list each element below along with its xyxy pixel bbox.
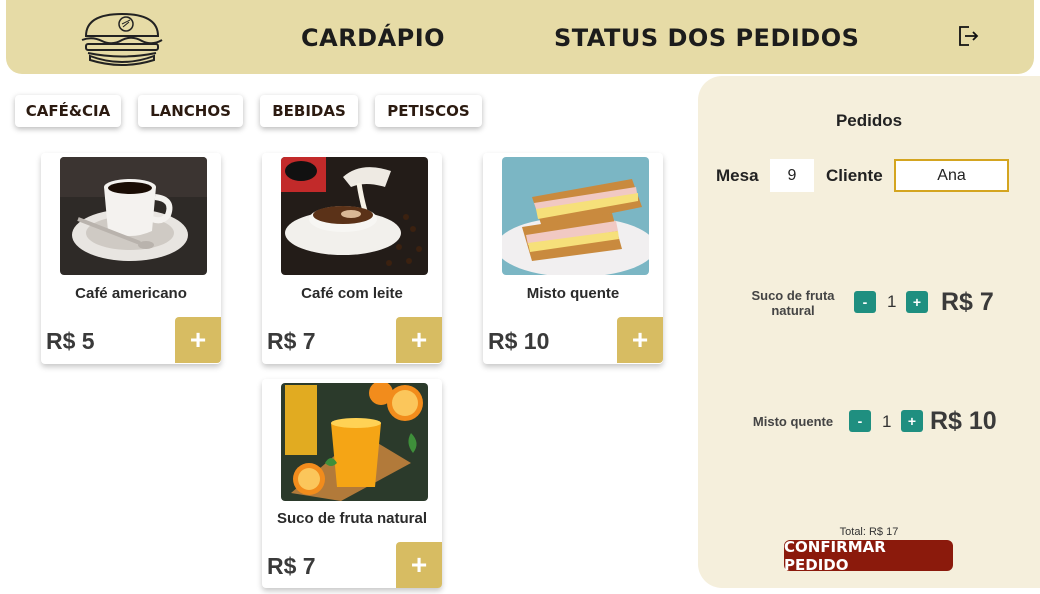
order-item-name: Misto quente [752,414,834,429]
cliente-label: Cliente [826,166,883,185]
product-name: Café com leite [301,285,403,302]
product-card: Misto quente R$ 10 + [483,153,663,364]
product-card: Café americano R$ 5 + [41,153,221,364]
product-name: Suco de fruta natural [276,510,428,527]
decrease-quantity-button[interactable]: - [854,291,876,313]
add-to-order-button[interactable]: + [175,317,221,363]
product-image [502,157,649,275]
order-item-price: R$ 7 [941,288,994,316]
add-to-order-button[interactable]: + [396,542,442,588]
increase-quantity-button[interactable]: + [906,291,928,313]
product-name: Misto quente [526,285,620,302]
product-price: R$ 10 [488,328,550,354]
cliente-input[interactable] [894,159,1009,192]
nav-cardapio[interactable]: CARDÁPIO [301,24,445,52]
order-panel-title: Pedidos [835,111,903,130]
category-lanchos[interactable]: LANCHOS [138,95,243,127]
product-image [60,157,207,275]
logout-icon[interactable] [956,24,980,48]
product-card: Suco de fruta natural R$ 7 + [262,379,442,588]
category-petiscos[interactable]: PETISCOS [375,95,482,127]
burger-logo-icon[interactable] [78,10,166,66]
mesa-label: Mesa [716,166,759,185]
product-image [281,383,428,501]
product-image [281,157,428,275]
product-price: R$ 5 [46,328,95,354]
order-item-quantity: 1 [882,412,892,431]
product-card: Café com leite R$ 7 + [262,153,442,364]
product-price: R$ 7 [267,553,316,579]
order-panel: Pedidos Mesa Cliente Suco de fruta natur… [698,76,1040,588]
top-header: CARDÁPIO STATUS DOS PEDIDOS [6,0,1034,74]
mesa-input[interactable] [770,159,814,192]
category-bebidas[interactable]: BEBIDAS [260,95,358,127]
product-name: Café americano [75,285,187,302]
order-item-name: Suco de fruta natural [751,288,835,318]
add-to-order-button[interactable]: + [617,317,663,363]
order-item-quantity: 1 [887,292,897,311]
confirm-order-button[interactable]: CONFIRMAR PEDIDO [784,538,953,574]
order-total: Total: R$ 17 [839,526,899,538]
increase-quantity-button[interactable]: + [901,410,923,432]
decrease-quantity-button[interactable]: - [849,410,871,432]
product-price: R$ 7 [267,328,316,354]
order-item-price: R$ 10 [930,407,997,435]
add-to-order-button[interactable]: + [396,317,442,363]
nav-status-pedidos[interactable]: STATUS DOS PEDIDOS [554,24,859,52]
category-cafe-cia[interactable]: CAFÉ&CIA [15,95,121,127]
